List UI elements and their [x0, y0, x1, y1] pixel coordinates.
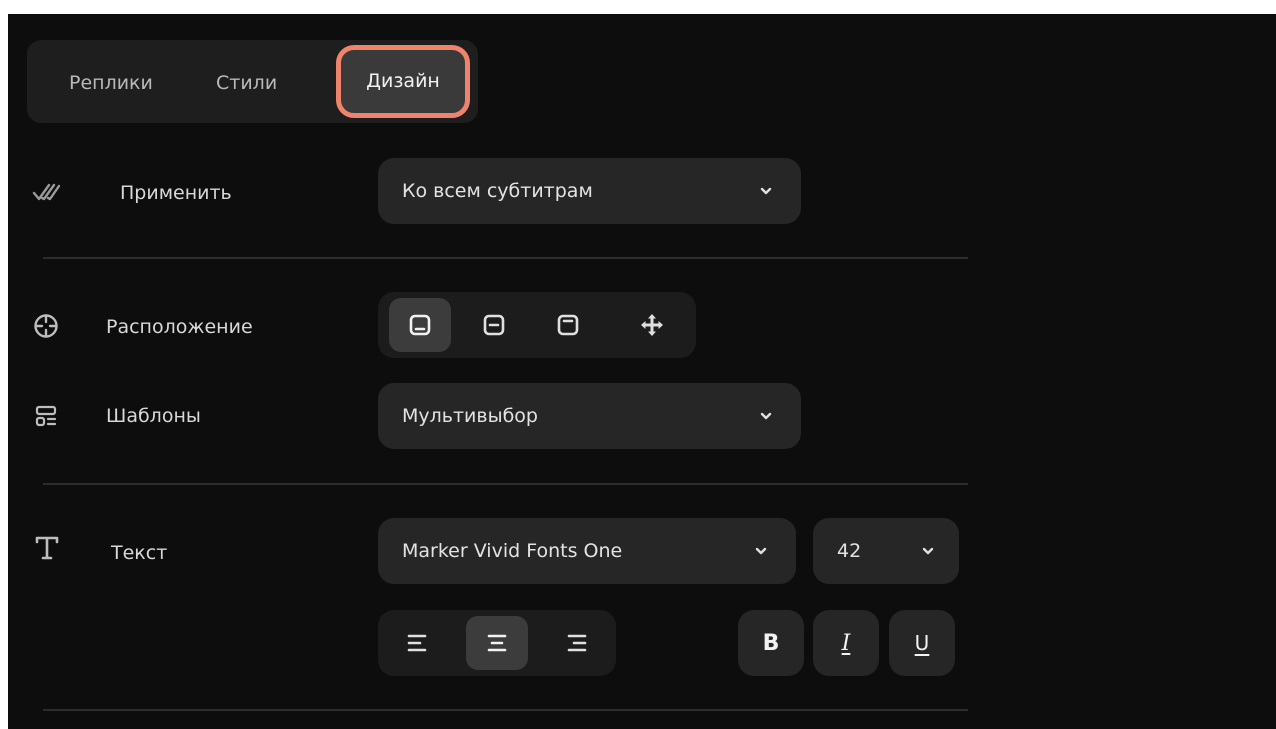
italic-button[interactable]: I [813, 610, 879, 676]
tab-design-label: Дизайн [366, 70, 440, 92]
templates-dropdown[interactable]: Мультивыбор [378, 383, 801, 449]
position-middle-icon [483, 314, 505, 336]
italic-label: I [841, 630, 851, 656]
bold-button[interactable]: B [738, 610, 804, 676]
font-size-value: 42 [837, 540, 862, 562]
divider [43, 483, 968, 485]
font-value: Marker Vivid Fonts One [402, 540, 623, 562]
double-check-icon [32, 178, 60, 206]
chevron-down-icon [760, 187, 772, 195]
align-right-button[interactable] [546, 616, 608, 670]
chevron-down-icon [922, 547, 934, 555]
design-panel: Реплики Стили Дизайн Применить Ко всем с… [8, 14, 1276, 729]
underline-button[interactable]: U [889, 610, 955, 676]
divider [43, 257, 968, 259]
underline-label: U [914, 631, 930, 655]
text-label: Текст [111, 542, 168, 564]
font-size-dropdown[interactable]: 42 [813, 518, 959, 584]
template-icon [32, 402, 60, 430]
position-top-icon [557, 314, 579, 336]
divider [43, 709, 968, 711]
font-dropdown[interactable]: Marker Vivid Fonts One [378, 518, 796, 584]
position-top-button[interactable] [537, 298, 599, 352]
move-button[interactable] [621, 298, 683, 352]
templates-label: Шаблоны [106, 405, 201, 427]
position-bottom-button[interactable] [389, 298, 451, 352]
align-center-icon [487, 634, 507, 652]
chevron-down-icon [755, 547, 767, 555]
templates-value: Мультивыбор [402, 405, 538, 427]
position-bottom-icon [409, 314, 431, 336]
crosshair-icon [32, 312, 60, 340]
text-t-icon [32, 534, 62, 562]
position-middle-button[interactable] [463, 298, 525, 352]
tab-styles[interactable]: Стили [216, 74, 277, 93]
apply-dropdown[interactable]: Ко всем субтитрам [378, 158, 801, 224]
align-center-button[interactable] [466, 616, 528, 670]
align-left-button[interactable] [386, 616, 448, 670]
align-right-icon [567, 634, 587, 652]
position-label: Расположение [106, 316, 253, 338]
align-left-icon [407, 634, 427, 652]
chevron-down-icon [760, 412, 772, 420]
apply-value: Ко всем субтитрам [402, 180, 593, 202]
bold-label: B [762, 630, 780, 656]
tab-design[interactable]: Дизайн [336, 45, 470, 118]
tab-replicas[interactable]: Реплики [69, 74, 153, 93]
move-icon [641, 314, 663, 336]
apply-label: Применить [120, 182, 232, 204]
